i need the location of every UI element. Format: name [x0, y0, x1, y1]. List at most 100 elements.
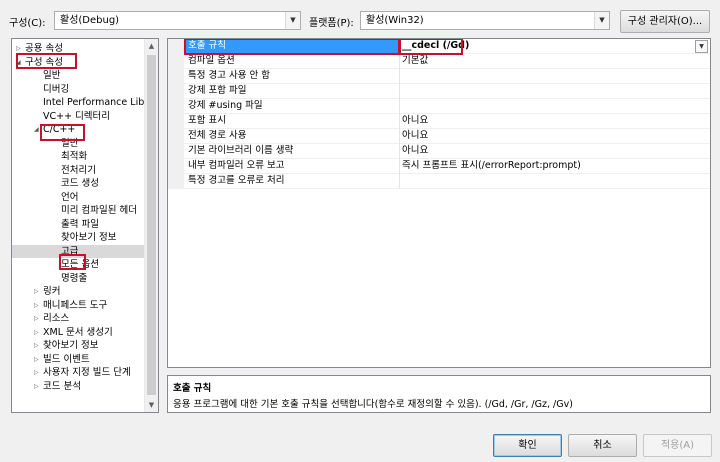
- tree-item-label: 코드 분석: [43, 380, 81, 392]
- property-row[interactable]: 강제 #using 파일: [168, 99, 710, 114]
- tree-item-label: 디버깅: [43, 83, 70, 95]
- property-grid[interactable]: 호출 규칙 __cdecl (/Gd) ▼ 컴파일 옵션 기본값 특정 경고 사용 안 함…: [167, 38, 711, 368]
- configuration-dropdown[interactable]: 활성(Debug) ▼: [54, 11, 301, 30]
- property-name: 강제 포함 파일: [188, 85, 247, 96]
- property-row[interactable]: 특정 경고를 오류로 처리: [168, 174, 710, 189]
- collapsed-arrow-icon[interactable]: ▷: [34, 326, 43, 339]
- tree-item-label: VC++ 디렉터리: [43, 110, 111, 122]
- tree-item-xml-document-generator[interactable]: ▷ XML 문서 생성기: [12, 326, 145, 339]
- chevron-down-icon: ▼: [285, 12, 300, 29]
- chevron-down-icon[interactable]: ▼: [695, 40, 708, 53]
- description-title: 호출 규칙: [173, 383, 212, 394]
- property-row[interactable]: 기본 라이브러리 이름 생략 아니요: [168, 144, 710, 159]
- column-divider[interactable]: [399, 54, 400, 69]
- column-divider[interactable]: [399, 174, 400, 189]
- tree-item-label: XML 문서 생성기: [43, 326, 113, 338]
- platform-value: 활성(Win32): [366, 15, 424, 26]
- scroll-down-icon[interactable]: ▼: [145, 398, 158, 412]
- row-margin: [168, 84, 184, 99]
- tree-item-browse-information-2[interactable]: ▷ 찾아보기 정보: [12, 339, 145, 352]
- row-margin: [168, 129, 184, 144]
- tree-item-build-events[interactable]: ▷ 빌드 이벤트: [12, 353, 145, 366]
- platform-dropdown[interactable]: 활성(Win32) ▼: [360, 11, 610, 30]
- tree-item-precompiled-headers[interactable]: 미리 컴파일된 헤더: [12, 204, 145, 217]
- property-value[interactable]: 아니요: [402, 129, 692, 143]
- property-name: 전체 경로 사용: [188, 130, 247, 141]
- row-margin: [168, 174, 184, 189]
- configuration-label: 구성(C):: [9, 18, 46, 29]
- collapsed-arrow-icon[interactable]: ▷: [34, 312, 43, 325]
- collapsed-arrow-icon[interactable]: ▷: [34, 285, 43, 298]
- tree-item-label: 미리 컴파일된 헤더: [61, 205, 137, 216]
- column-divider[interactable]: [399, 159, 400, 174]
- tree-item-general[interactable]: 일반: [12, 69, 145, 82]
- property-row[interactable]: 특정 경고 사용 안 함: [168, 69, 710, 84]
- column-divider[interactable]: [399, 84, 400, 99]
- scroll-up-icon[interactable]: ▲: [145, 39, 158, 53]
- tree-item-label: 찾아보기 정보: [61, 232, 117, 243]
- property-name: 기본 라이브러리 이름 생략: [188, 145, 294, 156]
- property-row[interactable]: 포함 표시 아니요: [168, 114, 710, 129]
- row-margin: [168, 69, 184, 84]
- property-name: 포함 표시: [188, 115, 226, 126]
- column-divider[interactable]: [399, 129, 400, 144]
- property-name: 컴파일 옵션: [188, 55, 235, 66]
- scroll-thumb[interactable]: [147, 55, 156, 395]
- tree-item-custom-build-step[interactable]: ▷ 사용자 지정 빌드 단계: [12, 366, 145, 379]
- tree-item-label: Intel Performance Libraries: [43, 97, 159, 108]
- tree-item-label: 전처리기: [61, 164, 96, 176]
- tree-item-label: 링커: [43, 286, 61, 297]
- tree-item-resources[interactable]: ▷ 리소스: [12, 312, 145, 325]
- tree-item-vc-directories[interactable]: VC++ 디렉터리: [12, 110, 145, 123]
- tree-item-intel-performance-libraries[interactable]: Intel Performance Libraries: [12, 96, 158, 109]
- property-name: 내부 컴파일러 오류 보고: [188, 160, 285, 171]
- tree-item-output-files[interactable]: 출력 파일: [12, 218, 145, 231]
- property-row[interactable]: 전체 경로 사용 아니요: [168, 129, 710, 144]
- property-name: 특정 경고를 오류로 처리: [188, 175, 285, 186]
- tree-item-browse-information[interactable]: 찾아보기 정보: [12, 231, 145, 244]
- collapsed-arrow-icon[interactable]: ▷: [34, 299, 43, 312]
- highlight-config-properties: [16, 53, 77, 69]
- configuration-manager-button[interactable]: 구성 관리자(O)...: [620, 10, 710, 33]
- tree-item-linker[interactable]: ▷ 링커: [12, 285, 145, 298]
- highlight-cpp: [40, 124, 85, 141]
- property-row[interactable]: 컴파일 옵션 기본값: [168, 54, 710, 69]
- tree-scrollbar[interactable]: ▲ ▼: [144, 39, 158, 412]
- column-divider[interactable]: [399, 99, 400, 114]
- tree-item-debugging[interactable]: 디버깅: [12, 83, 145, 96]
- tree-item-code-generation[interactable]: 코드 생성: [12, 177, 145, 190]
- row-margin: [168, 144, 184, 159]
- tree-item-language[interactable]: 언어: [12, 191, 145, 204]
- row-margin: [168, 159, 184, 174]
- highlight-advanced: [59, 254, 86, 270]
- tree-item-command-line[interactable]: 명령줄: [12, 272, 145, 285]
- tree-item-preprocessor[interactable]: 전처리기: [12, 164, 145, 177]
- cancel-button[interactable]: 취소: [568, 434, 637, 457]
- row-margin: [168, 39, 184, 54]
- column-divider[interactable]: [399, 144, 400, 159]
- collapsed-arrow-icon[interactable]: ▷: [34, 366, 43, 379]
- property-row[interactable]: 강제 포함 파일: [168, 84, 710, 99]
- ok-button[interactable]: 확인: [493, 434, 562, 457]
- collapsed-arrow-icon[interactable]: ▷: [34, 353, 43, 366]
- tree-item-code-analysis[interactable]: ▷ 코드 분석: [12, 380, 145, 393]
- description-text: 응용 프로그램에 대한 기본 호출 규칙을 선택합니다(함수로 재정의할 수 있…: [173, 399, 573, 410]
- tree-item-label: 언어: [61, 191, 79, 203]
- property-value[interactable]: 즉시 프롬프트 표시(/errorReport:prompt): [402, 159, 692, 173]
- property-name: 특정 경고 사용 안 함: [188, 70, 270, 81]
- property-value[interactable]: 아니요: [402, 144, 692, 158]
- tree-item-label: 매니페스트 도구: [43, 299, 108, 311]
- tree-item-manifest-tool[interactable]: ▷ 매니페스트 도구: [12, 299, 145, 312]
- collapsed-arrow-icon[interactable]: ▷: [34, 380, 43, 393]
- tree-item-label: 빌드 이벤트: [43, 353, 90, 365]
- collapsed-arrow-icon[interactable]: ▷: [34, 339, 43, 352]
- column-divider[interactable]: [399, 114, 400, 129]
- column-divider[interactable]: [399, 69, 400, 84]
- apply-button[interactable]: 적용(A): [643, 434, 712, 457]
- tree-item-optimization[interactable]: 최적화: [12, 150, 145, 163]
- property-value[interactable]: 기본값: [402, 54, 692, 68]
- tree-item-label: 코드 생성: [61, 178, 99, 189]
- property-tree[interactable]: ▷ 공용 속성 ◢ 구성 속성 일반 디버깅 Intel Performance Libra…: [11, 38, 159, 413]
- property-value[interactable]: 아니요: [402, 114, 692, 128]
- property-row[interactable]: 내부 컴파일러 오류 보고 즉시 프롬프트 표시(/errorReport:pro…: [168, 159, 710, 174]
